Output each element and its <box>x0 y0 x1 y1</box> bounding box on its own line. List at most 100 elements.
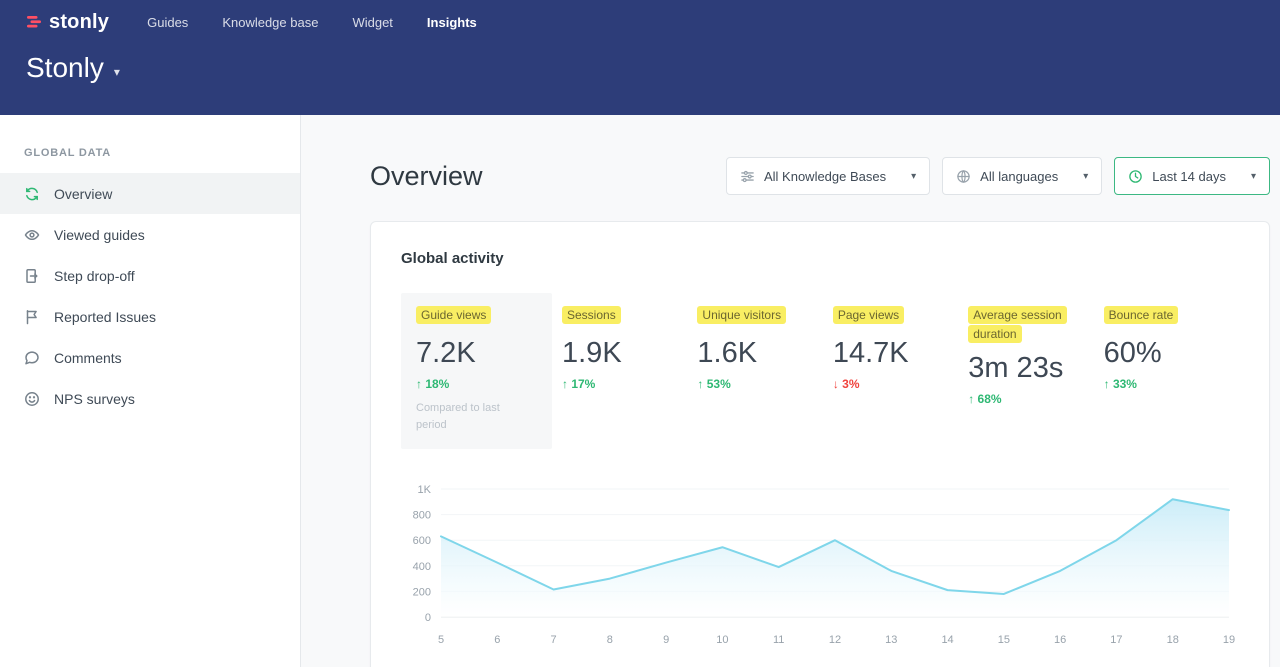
smiley-icon <box>24 391 40 407</box>
metric-value: 1.6K <box>697 337 832 370</box>
svg-text:19: 19 <box>1223 634 1235 646</box>
card-title: Global activity <box>401 250 1239 267</box>
sliders-icon <box>740 169 755 184</box>
svg-text:9: 9 <box>663 634 669 646</box>
svg-text:7: 7 <box>551 634 557 646</box>
comment-icon <box>24 350 40 366</box>
knowledge-bases-filter-label: All Knowledge Bases <box>764 169 886 184</box>
eye-icon <box>24 227 40 243</box>
stonly-logo-icon <box>26 14 42 30</box>
metric-value: 60% <box>1104 337 1239 370</box>
global-activity-card: Global activity Guide views 7.2K ↑ 18% C… <box>370 221 1270 667</box>
svg-text:800: 800 <box>413 510 431 522</box>
knowledge-bases-filter[interactable]: All Knowledge Bases ▾ <box>726 157 930 195</box>
svg-text:600: 600 <box>413 535 431 547</box>
nav-item-widget[interactable]: Widget <box>352 15 392 30</box>
main-content: Overview All Knowledge Bases ▾ <box>301 115 1280 667</box>
svg-text:8: 8 <box>607 634 613 646</box>
chevron-down-icon: ▾ <box>1251 171 1256 182</box>
metric-change: ↑ 68% <box>968 392 1103 406</box>
metric-guide-views[interactable]: Guide views 7.2K ↑ 18% Compared to last … <box>401 293 552 449</box>
clock-icon <box>1128 169 1143 184</box>
date-range-filter[interactable]: Last 14 days ▾ <box>1114 157 1270 195</box>
topnav-items: Guides Knowledge base Widget Insights <box>147 15 477 30</box>
svg-text:0: 0 <box>425 612 431 624</box>
workspace-dropdown-caret-icon[interactable]: ▾ <box>114 65 120 79</box>
sidebar-item-label: Comments <box>54 350 122 366</box>
stonly-logo[interactable]: stonly <box>26 11 109 34</box>
metric-page-views[interactable]: Page views 14.7K ↓ 3% <box>833 293 968 391</box>
sidebar-item-step-drop-off[interactable]: Step drop-off <box>0 255 300 296</box>
svg-text:15: 15 <box>998 634 1010 646</box>
overview-refresh-icon <box>24 186 40 202</box>
languages-filter[interactable]: All languages ▾ <box>942 157 1102 195</box>
languages-filter-label: All languages <box>980 169 1058 184</box>
svg-text:1K: 1K <box>418 484 432 496</box>
globe-icon <box>956 169 971 184</box>
svg-text:18: 18 <box>1167 634 1179 646</box>
page-title: Overview <box>370 161 483 192</box>
top-navigation: stonly Guides Knowledge base Widget Insi… <box>0 0 1280 44</box>
svg-text:6: 6 <box>494 634 500 646</box>
metric-value: 1.9K <box>562 337 697 370</box>
metric-change: ↓ 3% <box>833 377 968 391</box>
svg-text:13: 13 <box>885 634 897 646</box>
sidebar-item-comments[interactable]: Comments <box>0 337 300 378</box>
svg-text:10: 10 <box>716 634 728 646</box>
nav-item-knowledge-base[interactable]: Knowledge base <box>222 15 318 30</box>
sidebar-item-label: Overview <box>54 186 112 202</box>
chevron-down-icon: ▾ <box>1083 171 1088 182</box>
metric-change: ↑ 17% <box>562 377 697 391</box>
chart-wrap: 02004006008001K5678910111213141516171819 <box>401 477 1239 655</box>
metric-change: ↑ 33% <box>1104 377 1239 391</box>
date-range-filter-label: Last 14 days <box>1152 169 1226 184</box>
nav-item-guides[interactable]: Guides <box>147 15 188 30</box>
metric-change: ↑ 18% <box>416 377 537 391</box>
app-header: stonly Guides Knowledge base Widget Insi… <box>0 0 1280 115</box>
sidebar-item-label: NPS surveys <box>54 391 135 407</box>
svg-text:17: 17 <box>1110 634 1122 646</box>
metric-change: ↑ 53% <box>697 377 832 391</box>
metric-note: Compared to last period <box>416 400 526 433</box>
metric-label: Bounce rate <box>1104 306 1179 324</box>
global-activity-chart: 02004006008001K5678910111213141516171819 <box>401 477 1239 655</box>
sidebar-item-nps-surveys[interactable]: NPS surveys <box>0 378 300 419</box>
step-dropoff-icon <box>24 268 40 284</box>
workspace-row: Stonly ▾ <box>0 44 1280 84</box>
nav-item-insights[interactable]: Insights <box>427 15 477 30</box>
metrics-row: Guide views 7.2K ↑ 18% Compared to last … <box>401 293 1239 449</box>
svg-text:14: 14 <box>941 634 953 646</box>
sidebar-item-reported-issues[interactable]: Reported Issues <box>0 296 300 337</box>
svg-text:16: 16 <box>1054 634 1066 646</box>
sidebar-item-label: Step drop-off <box>54 268 135 284</box>
chevron-down-icon: ▾ <box>911 171 916 182</box>
svg-text:12: 12 <box>829 634 841 646</box>
metric-label: Unique visitors <box>697 306 786 324</box>
metric-bounce-rate[interactable]: Bounce rate 60% ↑ 33% <box>1104 293 1239 391</box>
sidebar: GLOBAL DATA Overview Viewed guides <box>0 115 301 667</box>
metric-label: Guide views <box>416 306 491 324</box>
metric-value: 3m 23s <box>968 352 1103 385</box>
sidebar-item-viewed-guides[interactable]: Viewed guides <box>0 214 300 255</box>
metric-sessions[interactable]: Sessions 1.9K ↑ 17% <box>562 293 697 391</box>
svg-text:11: 11 <box>773 634 784 646</box>
svg-text:5: 5 <box>438 634 444 646</box>
metric-value: 14.7K <box>833 337 968 370</box>
main-head: Overview All Knowledge Bases ▾ <box>370 157 1270 195</box>
sidebar-section-label: GLOBAL DATA <box>24 147 300 159</box>
metric-label: Sessions <box>562 306 621 324</box>
sidebar-item-label: Reported Issues <box>54 309 156 325</box>
sidebar-item-overview[interactable]: Overview <box>0 173 300 214</box>
metric-avg-session-duration[interactable]: Average session duration 3m 23s ↑ 68% <box>968 293 1103 406</box>
metric-value: 7.2K <box>416 337 537 370</box>
content: GLOBAL DATA Overview Viewed guides <box>0 115 1280 667</box>
flag-icon <box>24 309 40 325</box>
svg-text:200: 200 <box>413 586 431 598</box>
metric-label: Page views <box>833 306 904 324</box>
metric-unique-visitors[interactable]: Unique visitors 1.6K ↑ 53% <box>697 293 832 391</box>
filters: All Knowledge Bases ▾ All languages ▾ <box>726 157 1270 195</box>
metric-label: Average session duration <box>968 306 1067 343</box>
sidebar-item-label: Viewed guides <box>54 227 145 243</box>
workspace-title[interactable]: Stonly <box>26 52 104 84</box>
stonly-logo-text: stonly <box>49 11 109 34</box>
